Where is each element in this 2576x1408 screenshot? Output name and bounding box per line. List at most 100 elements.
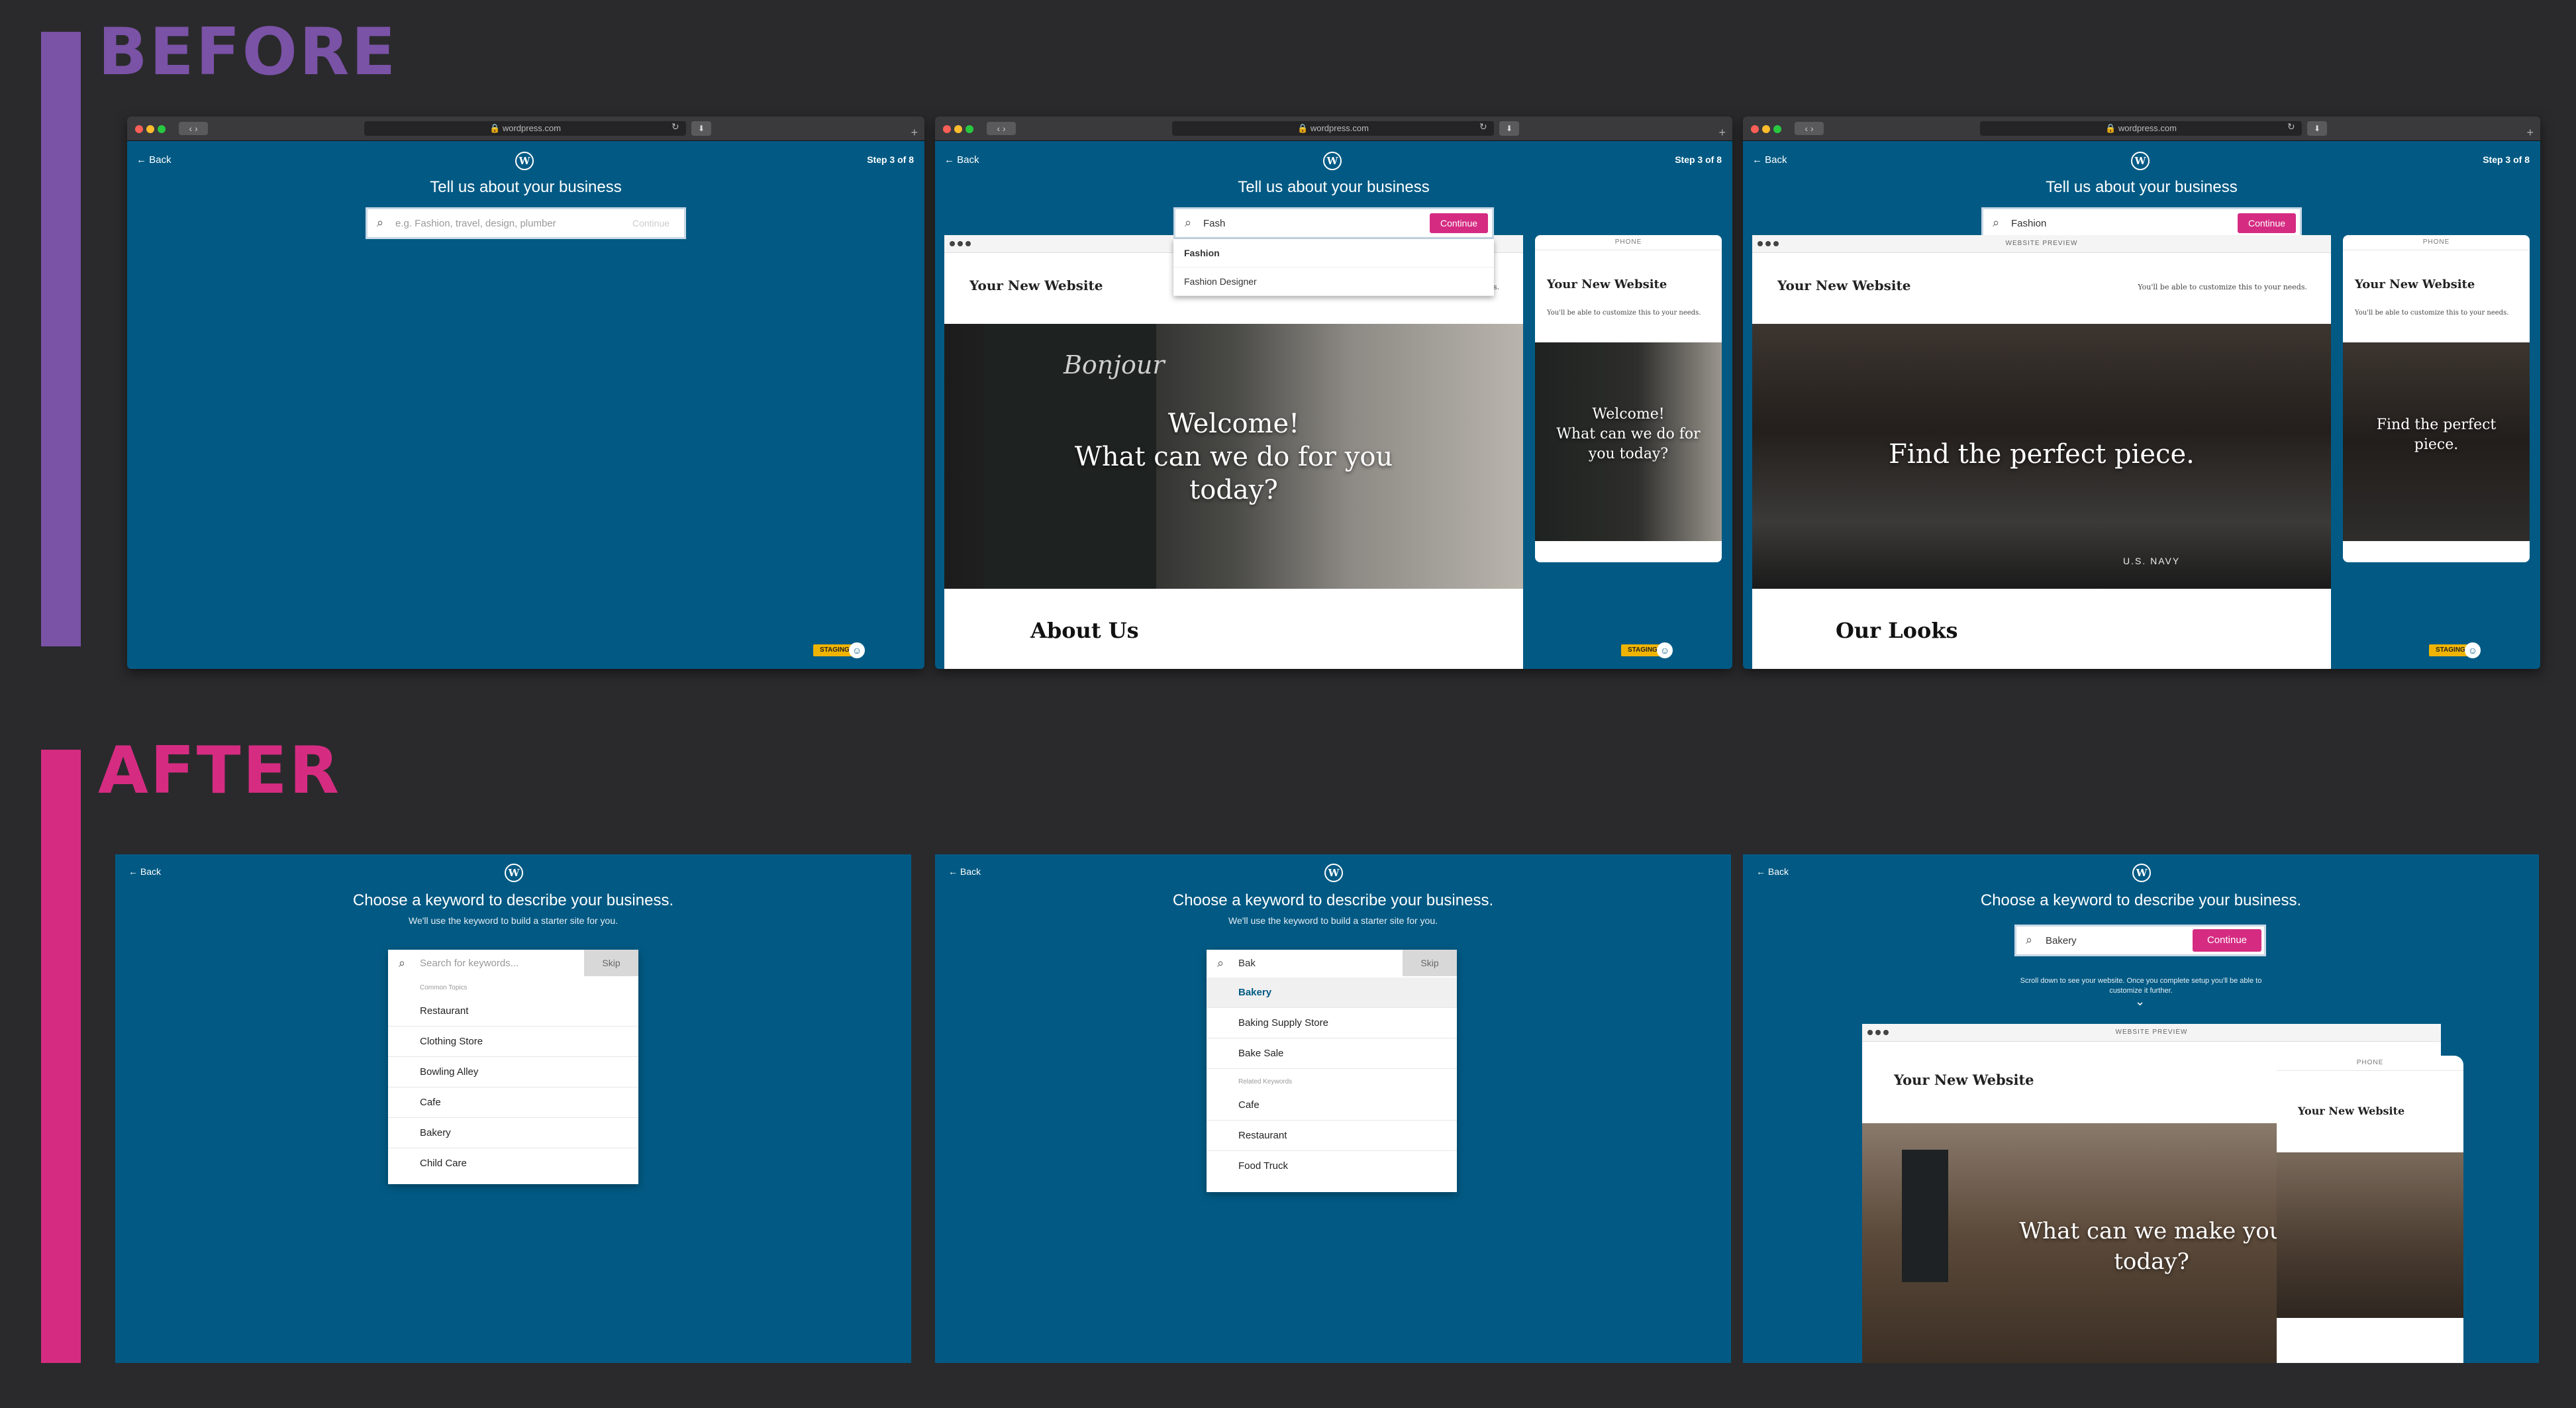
address-bar[interactable]: 🔒 wordpress.com [1980,121,2302,136]
customize-hint: You'll be able to customize this to your… [2138,283,2307,291]
reload-icon[interactable]: ↻ [1479,121,1487,132]
search-icon: ⌕ [399,956,406,970]
search-icon: ⌕ [2026,933,2033,946]
back-label: Back [957,154,979,166]
reload-icon[interactable]: ↻ [2287,121,2295,132]
continue-button[interactable]: Continue [1430,213,1488,233]
reload-icon[interactable]: ↻ [671,121,679,132]
keyword-option[interactable]: Bakery [388,1118,638,1148]
page-title: Choose a keyword to describe your busine… [1172,891,1494,909]
download-icon[interactable]: ⬇ [1499,121,1519,136]
phone-label: PHONE [2277,1056,2463,1071]
site-title: Your New Website [969,277,1103,293]
continue-button[interactable]: Continue [2238,213,2296,233]
preview-toolbar: WEBSITE PREVIEW [1862,1024,2441,1042]
hero-text: Find the perfect piece. [1889,439,2195,470]
search-icon: ⌕ [377,216,384,229]
keyword-option[interactable]: Food Truck [1207,1151,1457,1182]
hero-image: Bonjour Welcome! What can we do for you … [944,324,1523,589]
page-title: Choose a keyword to describe your busine… [352,891,674,909]
browser-nav-icon[interactable]: ‹ › [179,122,208,135]
page-content: ← Back W Step 3 of 8 Tell us about your … [127,141,924,669]
continue-button[interactable]: Continue [2193,929,2261,952]
step-indicator: Step 3 of 8 [1675,154,1722,165]
common-topics-caption: Common Topics [420,984,468,991]
keyword-search-input[interactable]: Search for keywords... [420,958,519,969]
keyword-option[interactable]: Cafe [388,1087,638,1118]
back-label: Back [149,154,172,166]
back-link[interactable]: ← Back [136,154,172,166]
wordpress-logo-icon: W [1324,864,1343,882]
back-link[interactable]: ← Back [948,866,981,877]
browser-nav-icon[interactable]: ‹ › [1795,122,1824,135]
scroll-hint: Scroll down to see your website. Once yo… [2020,977,2262,995]
back-link[interactable]: ← Back [944,154,979,166]
skip-button[interactable]: Skip [584,950,638,976]
window-controls[interactable] [943,125,977,136]
download-icon[interactable]: ⬇ [691,121,711,136]
help-icon[interactable]: ☺ [2465,642,2481,658]
hero-image: Welcome! What can we do for you today? [1535,342,1722,541]
site-title: Your New Website [1777,277,1911,293]
address-bar[interactable]: 🔒 wordpress.com [364,121,686,136]
window-controls[interactable] [135,125,169,136]
business-search-field[interactable]: ⌕ Fash Continue [1173,207,1494,239]
customize-hint: You'll be able to customize this to your… [1547,309,1701,317]
site-title: Your New Website [2298,1105,2405,1117]
suggestions-dropdown: Fashion Fashion Designer [1173,239,1494,296]
business-search-field[interactable]: ⌕ Fashion Continue [1981,207,2302,239]
window-controls[interactable] [1751,125,1785,136]
back-label: Back [1767,866,1789,877]
keyword-option[interactable]: Restaurant [388,996,638,1027]
address-bar[interactable]: 🔒 wordpress.com [1172,121,1494,136]
keyword-search-input[interactable]: Bak [1238,958,1256,969]
keyword-option[interactable]: Baking Supply Store [1207,1008,1457,1038]
page-title: Tell us about your business [2046,178,2238,196]
hero-image: Find the perfect piece. [2343,342,2530,541]
back-link[interactable]: ← Back [1752,154,1787,166]
keyword-option[interactable]: Bowling Alley [388,1057,638,1087]
after-accent-bar [41,750,81,1363]
keyword-option[interactable]: Child Care [388,1148,638,1179]
download-icon[interactable]: ⬇ [2307,121,2327,136]
after-screen-2: ← Back W Choose a keyword to describe yo… [935,854,1731,1363]
skip-button[interactable]: Skip [1403,950,1457,976]
business-search-field[interactable]: ⌕ e.g. Fashion, travel, design, plumber … [366,207,686,239]
keyword-option[interactable]: Restaurant [1207,1121,1457,1151]
new-tab-icon[interactable]: + [911,126,918,140]
search-input[interactable]: Fash [1203,218,1225,229]
suggestion-item[interactable]: Fashion Designer [1173,268,1494,296]
customize-hint: You'll be able to customize this to your… [2355,309,2509,317]
chevron-down-icon[interactable]: ⌄ [2135,995,2145,1009]
new-tab-icon[interactable]: + [2526,126,2534,140]
keyword-option-highlighted[interactable]: Bakery [1207,978,1457,1008]
back-label: Back [1765,154,1787,166]
suggestion-item[interactable]: Fashion [1173,239,1494,268]
before-heading: BEFORE [98,15,398,90]
back-link[interactable]: ← Back [1756,866,1789,877]
page-subtitle: We'll use the keyword to build a starter… [408,915,618,926]
keyword-option[interactable]: Clothing Store [388,1027,638,1057]
before-screen-3: ‹ › 🔒 wordpress.com ↻ ⬇ + ← Back W Step … [1743,117,2540,669]
search-icon: ⌕ [1217,956,1224,970]
help-icon[interactable]: ☺ [1657,642,1673,658]
hero-image [2277,1152,2463,1318]
search-input[interactable]: Fashion [2011,218,2046,229]
website-preview-desktop: WEBSITE PREVIEW Your New Website You'll … [1752,235,2331,669]
new-tab-icon[interactable]: + [1718,126,1726,140]
search-input[interactable]: e.g. Fashion, travel, design, plumber [395,218,556,229]
keyword-search-input[interactable]: Bakery [2046,935,2077,946]
website-preview-phone: PHONE Your New Website You'll be able to… [1535,235,1722,562]
continue-button[interactable]: Continue [622,213,680,233]
website-preview-desktop: Your New Website You'll be able to custo… [944,235,1523,669]
help-icon[interactable]: ☺ [849,642,865,658]
keyword-option[interactable]: Cafe [1207,1090,1457,1121]
search-icon: ⌕ [1185,216,1192,229]
keyword-option[interactable]: Bake Sale [1207,1038,1457,1069]
keyword-search-field[interactable]: ⌕ Bakery Continue [2014,925,2266,956]
back-link[interactable]: ← Back [128,866,161,877]
browser-nav-icon[interactable]: ‹ › [987,122,1016,135]
website-preview-label: WEBSITE PREVIEW [2115,1029,2188,1036]
section-heading: About Us [1030,618,1139,643]
page-title: Choose a keyword to describe your busine… [1980,891,2302,909]
